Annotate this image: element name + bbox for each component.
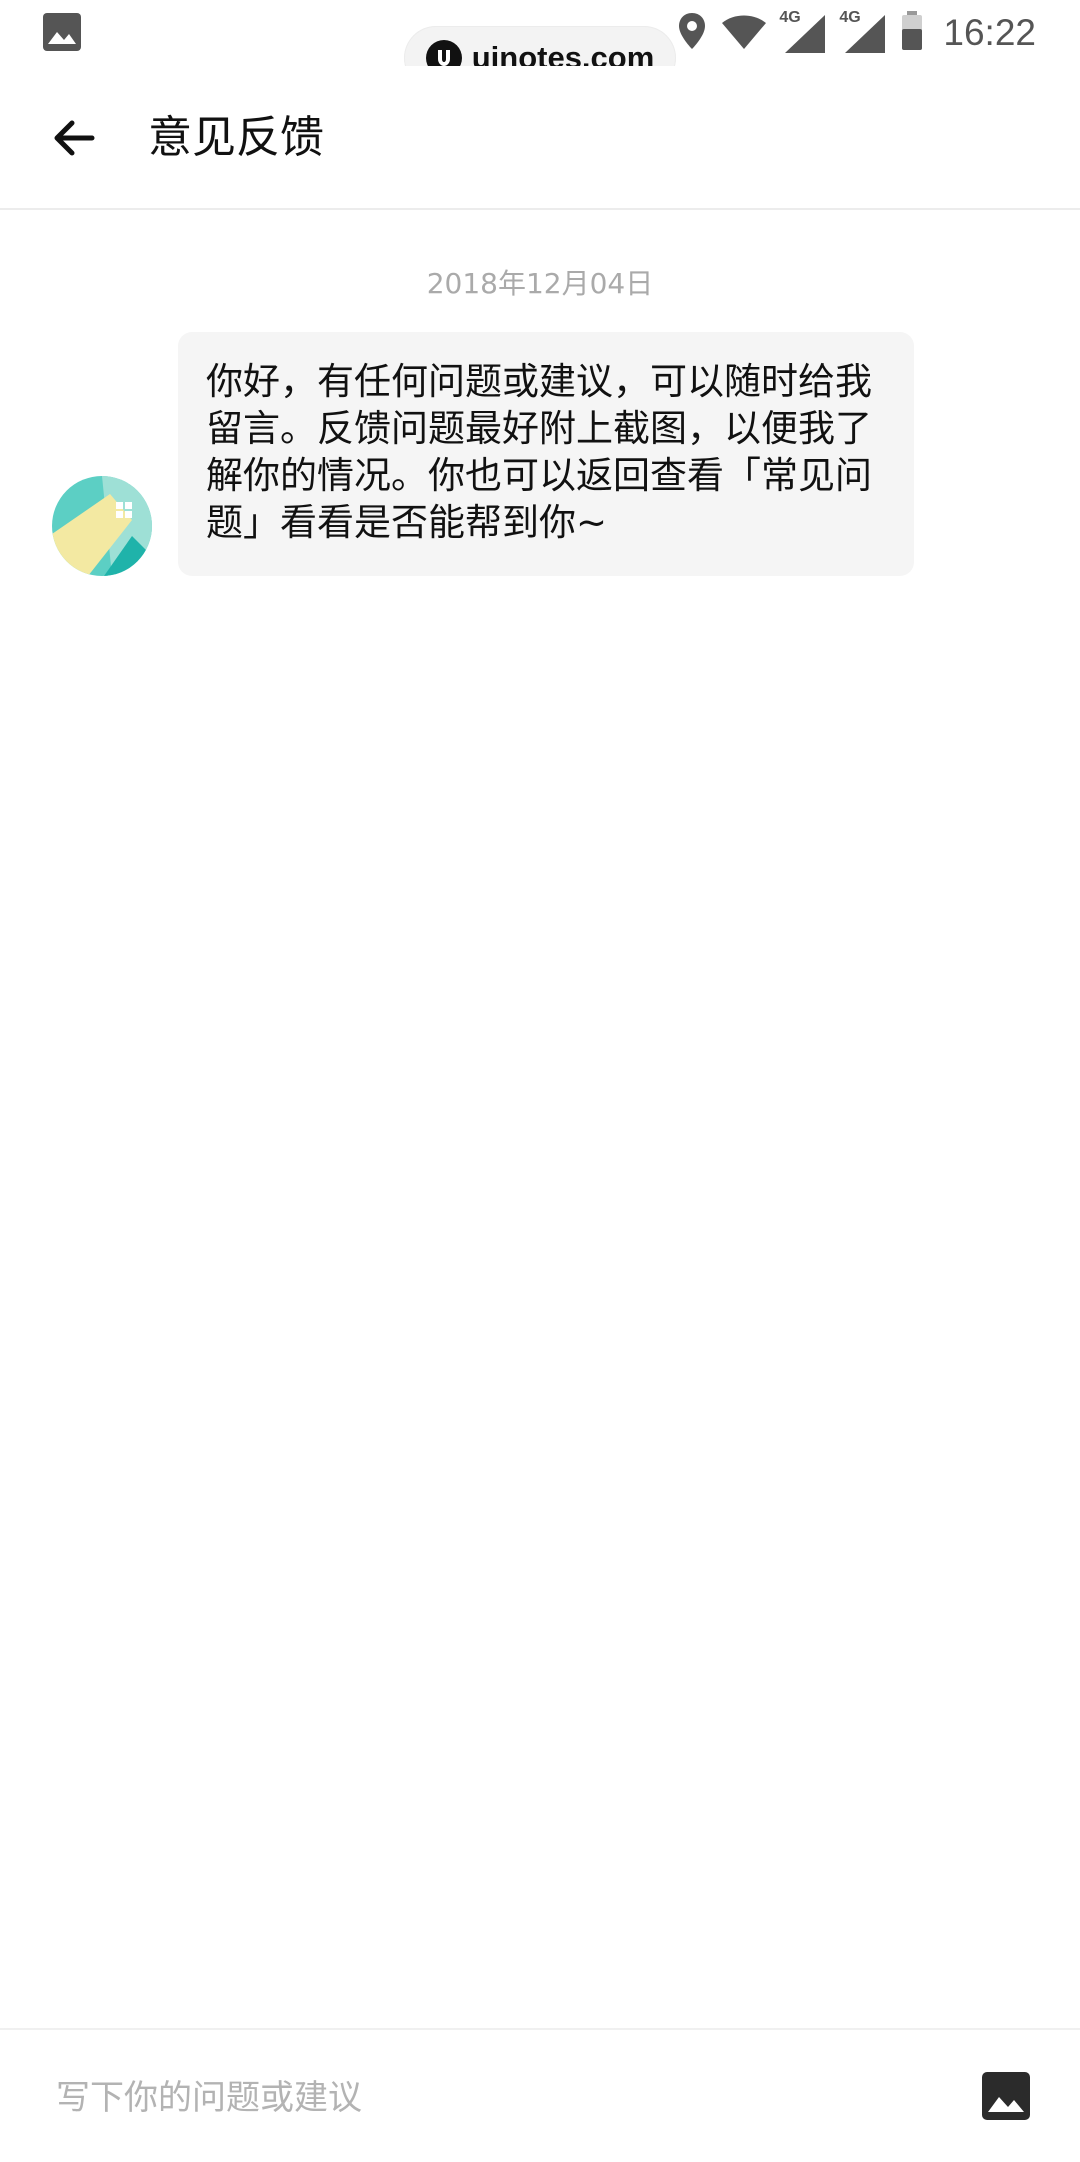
feedback-input[interactable] (56, 2070, 936, 2126)
input-bar (0, 2028, 1080, 2162)
image-icon (982, 2072, 1030, 2120)
back-button[interactable] (44, 108, 104, 168)
battery-icon (901, 11, 923, 55)
image-icon (42, 12, 82, 52)
cell-signal-icon: 4G (779, 9, 827, 55)
message-bubble: 你好，有任何问题或建议，可以随时给我留言。反馈问题最好附上截图，以便我了解你的情… (178, 332, 914, 576)
arrow-left-icon (54, 120, 95, 156)
insert-image-button[interactable] (980, 2070, 1032, 2122)
cell-signal-icon: 4G (839, 9, 887, 55)
page-title: 意见反馈 (148, 112, 324, 163)
app-bar: 意见反馈 (0, 66, 1080, 210)
status-time: 16:22 (943, 12, 1036, 53)
location-icon (677, 11, 707, 55)
message-date: 2018年12月04日 (426, 267, 654, 300)
message-text: 你好，有任何问题或建议，可以随时给我留言。反馈问题最好附上截图，以便我了解你的情… (206, 360, 872, 544)
status-icons: 4G 4G 16:22 (677, 8, 1036, 58)
support-avatar (52, 476, 152, 576)
wifi-icon (721, 11, 767, 55)
